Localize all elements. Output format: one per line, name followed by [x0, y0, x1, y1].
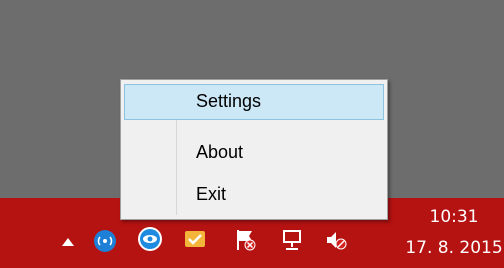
menu-item-settings[interactable]: Settings [124, 84, 384, 120]
menu-item-about[interactable]: About [124, 135, 384, 171]
volume-muted-icon[interactable] [322, 226, 350, 254]
clock-date: 17. 8. 2015 [405, 238, 503, 258]
wifi-broadcast-icon[interactable] [90, 226, 120, 256]
network-icon[interactable] [278, 226, 306, 254]
menu-item-label: Exit [196, 184, 227, 204]
menu-item-label: Settings [196, 91, 262, 111]
show-hidden-icons-arrow[interactable] [60, 234, 76, 250]
menu-item-exit[interactable]: Exit [124, 177, 384, 213]
notification-icon[interactable] [180, 224, 210, 254]
clock-time: 10:31 [429, 207, 479, 227]
menu-item-label: About [196, 142, 244, 162]
action-center-icon[interactable] [232, 226, 260, 254]
taskbar-clock[interactable]: 10:31 17. 8. 2015 [404, 200, 504, 268]
context-menu: Settings About Exit [120, 79, 388, 220]
eye-icon[interactable] [135, 224, 165, 254]
